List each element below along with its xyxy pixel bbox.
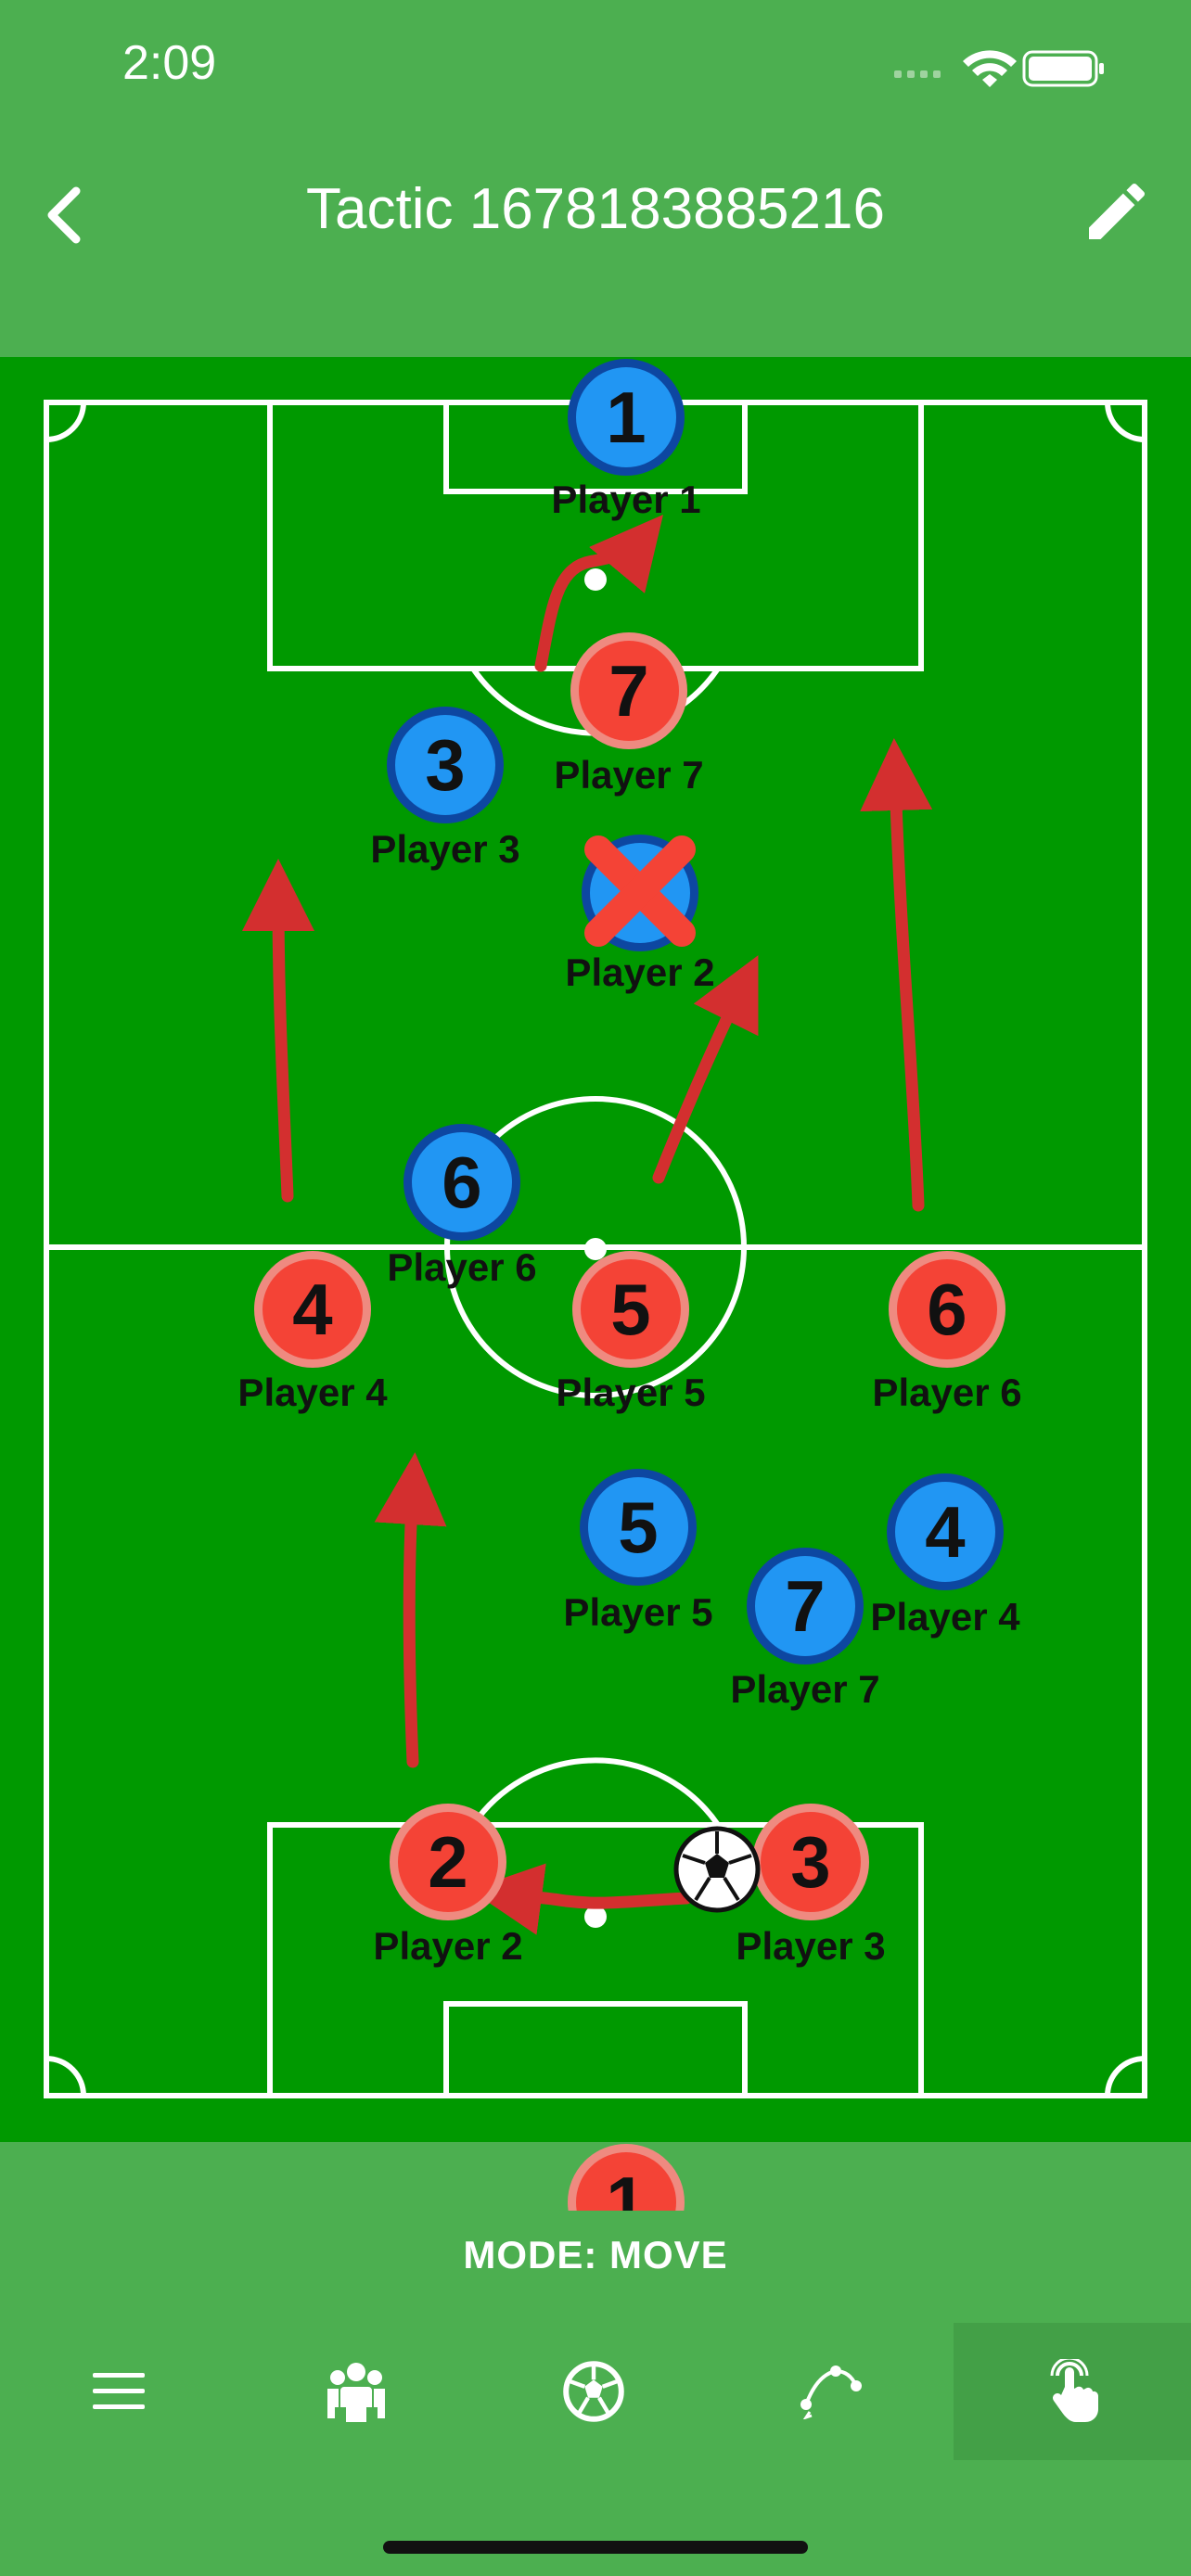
player-label: Player 5 — [556, 1371, 706, 1414]
player-label: Player 5 — [563, 1590, 713, 1634]
status-icons — [894, 45, 1117, 96]
blue-player-token[interactable]: 1 — [568, 359, 685, 476]
blue-player-token[interactable]: 3 — [387, 707, 504, 823]
bench-player-token[interactable]: 1 — [568, 2144, 685, 2211]
wifi-icon — [963, 50, 1017, 87]
status-time: 2:09 — [122, 36, 217, 90]
battery-icon — [1022, 50, 1104, 87]
red-player-token[interactable]: 4 — [254, 1251, 371, 1368]
blue-player-token[interactable]: 5 — [580, 1469, 697, 1586]
player-label: Player 6 — [872, 1371, 1022, 1414]
player-label: Player 4 — [237, 1371, 388, 1414]
blue-player-token[interactable]: 7 — [747, 1548, 864, 1664]
bottom-toolbar — [0, 2323, 1191, 2460]
menu-icon — [93, 2373, 145, 2409]
player-label: Player 3 — [370, 827, 520, 871]
app-bar: Tactic 1678183885216 — [0, 130, 1191, 357]
blue-player-token[interactable]: 4 — [887, 1473, 1004, 1590]
player-label: Player 7 — [730, 1667, 880, 1711]
draw-path-icon — [800, 2366, 862, 2419]
status-bar: 2:09 — [0, 0, 1191, 130]
players-button[interactable] — [237, 2323, 475, 2460]
player-label: Player 6 — [387, 1245, 537, 1289]
signal-icon — [894, 70, 941, 78]
removed-x-icon — [584, 835, 696, 947]
red-player-token[interactable]: 3 — [752, 1804, 869, 1920]
soccer-ball-icon[interactable] — [673, 1826, 761, 1913]
player-label: Player 1 — [551, 478, 701, 521]
edit-button[interactable] — [1080, 174, 1154, 249]
menu-button[interactable] — [0, 2323, 237, 2460]
player-label: Player 3 — [736, 1924, 886, 1968]
home-indicator[interactable] — [383, 2541, 808, 2554]
draw-path-button[interactable] — [712, 2323, 950, 2460]
red-player-token[interactable]: 6 — [889, 1251, 1005, 1368]
move-touch-button[interactable] — [954, 2323, 1191, 2460]
red-player-token[interactable]: 5 — [572, 1251, 689, 1368]
touch-icon — [1050, 2359, 1099, 2422]
tactic-field[interactable]: 1 Player 1 3 Player 3 2 Player 2 6 Playe… — [0, 357, 1191, 2142]
page-title: Tactic 1678183885216 — [306, 177, 885, 241]
player-label: Player 7 — [554, 753, 704, 797]
pitch-lines — [44, 400, 1147, 2098]
mode-label: MODE: MOVE — [463, 2233, 728, 2276]
red-player-token[interactable]: 2 — [390, 1804, 506, 1920]
ball-button[interactable] — [475, 2323, 712, 2460]
blue-player-token[interactable]: 6 — [403, 1124, 520, 1241]
player-label: Player 4 — [870, 1595, 1020, 1639]
pencil-icon — [1089, 183, 1146, 239]
player-label: Player 2 — [565, 950, 715, 994]
players-icon — [327, 2363, 385, 2422]
red-player-token[interactable]: 7 — [570, 632, 687, 749]
ball-icon — [563, 2361, 624, 2422]
player-label: Player 2 — [373, 1924, 523, 1968]
